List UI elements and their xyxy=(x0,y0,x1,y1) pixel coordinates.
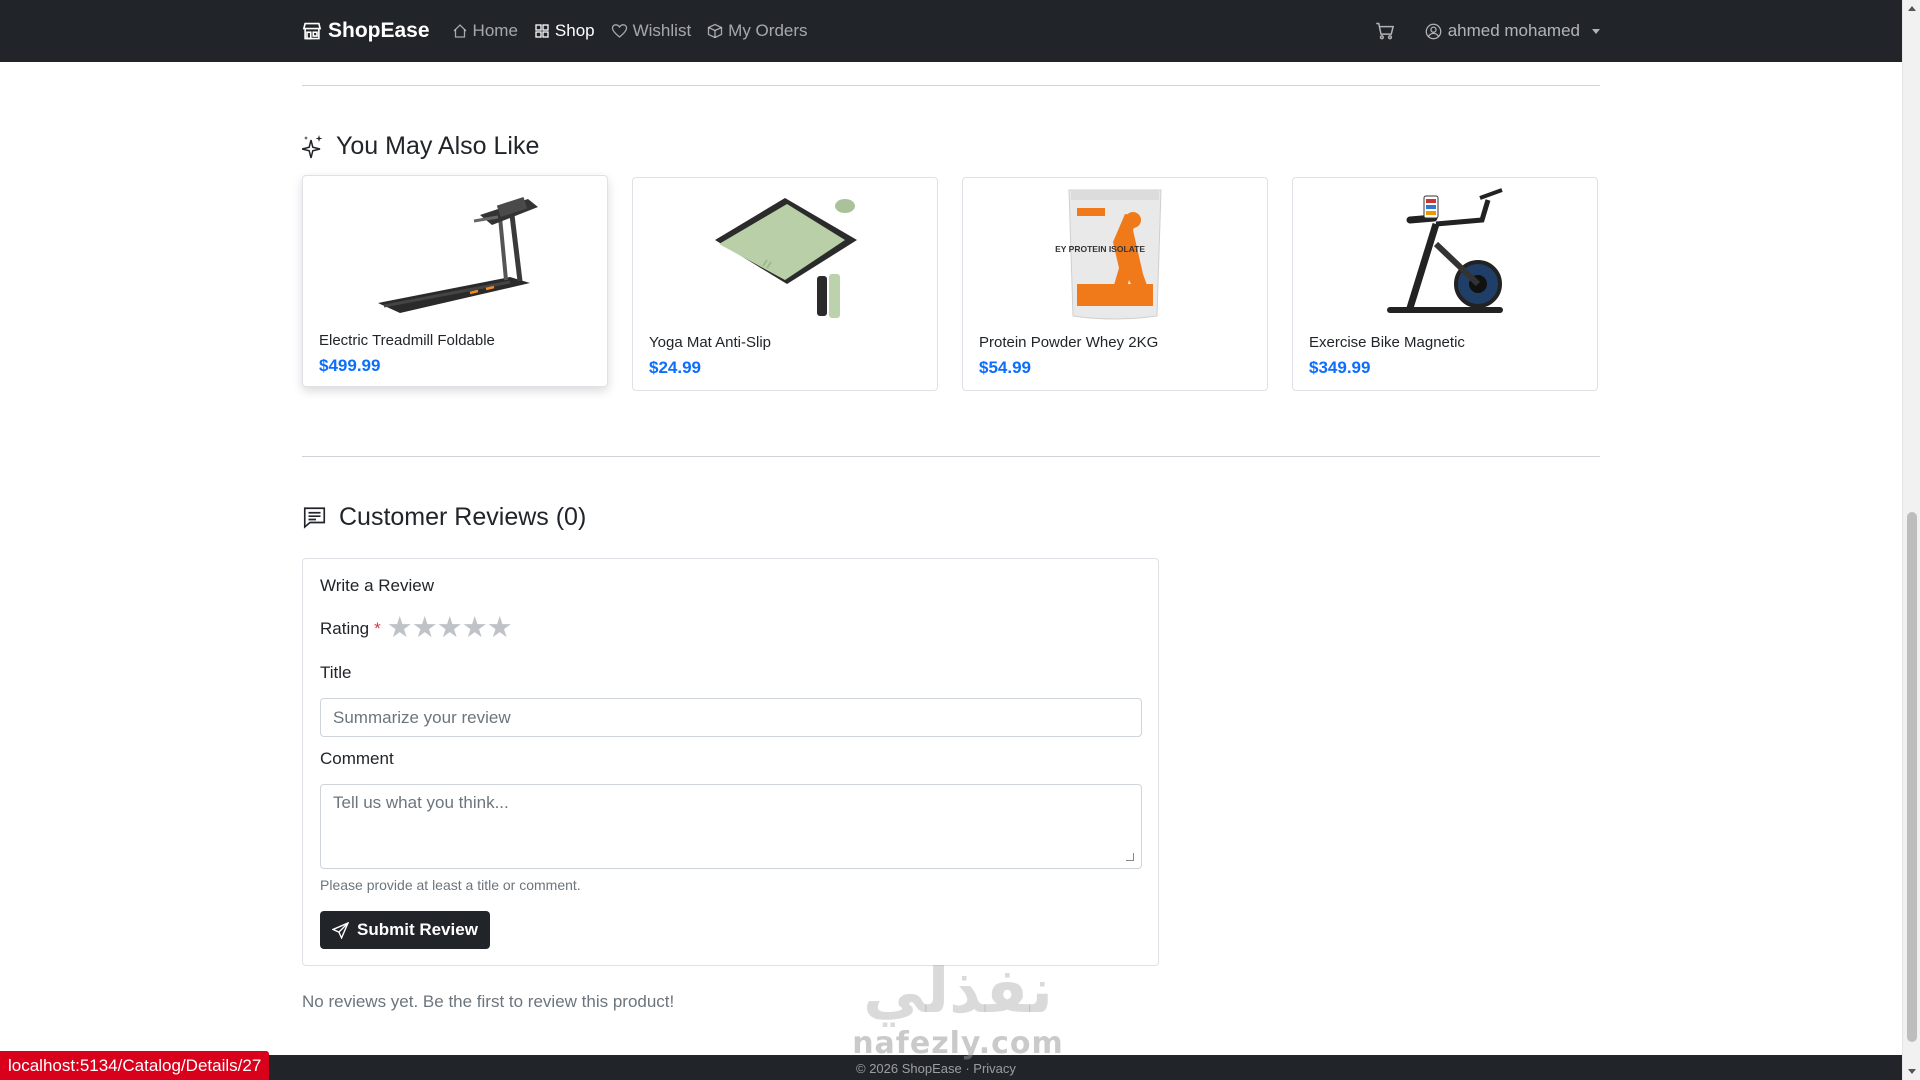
rating-star-1[interactable]: ★ xyxy=(387,614,413,643)
product-card-list: Electric Treadmill Foldable $499.99 Yoga… xyxy=(302,175,1600,391)
nav-home[interactable]: Home xyxy=(452,21,518,41)
product-price: $349.99 xyxy=(1309,358,1371,377)
section-divider xyxy=(302,456,1600,457)
watermark-latin: nafezly.com xyxy=(852,1026,1064,1061)
rating-label: Rating xyxy=(320,618,370,638)
vertical-scrollbar[interactable] xyxy=(1902,0,1920,1080)
scroll-up-arrow-icon[interactable] xyxy=(1908,6,1916,11)
top-navbar: ShopEase Home Shop Wishlist My Orders ah… xyxy=(0,0,1902,62)
title-label: Title xyxy=(320,663,352,682)
reviews-heading: Customer Reviews (0) xyxy=(302,503,586,532)
send-icon xyxy=(332,921,349,939)
submit-review-label: Submit Review xyxy=(357,920,478,939)
no-reviews-message: No reviews yet. Be the first to review t… xyxy=(302,992,675,1011)
product-image-exercise-bike xyxy=(1293,184,1597,324)
chat-left-text-icon xyxy=(303,506,326,529)
user-dropdown[interactable]: ahmed mohamed xyxy=(1425,21,1600,41)
nav-shop[interactable]: Shop xyxy=(534,21,595,41)
scrollbar-thumb[interactable] xyxy=(1907,512,1917,1042)
house-icon xyxy=(453,24,467,38)
cart-icon xyxy=(1375,22,1394,40)
review-help-text: Please provide at least a title or comme… xyxy=(320,877,581,893)
watermark: نفذلي nafezly.com xyxy=(848,960,1068,1080)
nav-shop-label: Shop xyxy=(554,21,595,40)
product-image-yoga-mat xyxy=(633,184,937,324)
brand-link[interactable]: ShopEase xyxy=(302,19,430,43)
textarea-resize-handle[interactable] xyxy=(1126,853,1134,861)
product-price: $54.99 xyxy=(979,358,1031,377)
recommendations-title: You May Also Like xyxy=(336,132,540,160)
user-circle-icon xyxy=(1425,23,1442,39)
watermark-arabic: نفذلي xyxy=(863,954,1053,1027)
sparkles-icon xyxy=(302,134,323,158)
product-image-protein-powder: WHEY PROTEIN ISOLATE xyxy=(963,184,1267,324)
package-text: WHEY PROTEIN ISOLATE xyxy=(1055,244,1145,254)
rating-star-2[interactable]: ★ xyxy=(412,614,438,643)
review-comment-textarea[interactable] xyxy=(320,784,1142,869)
nav-wishlist[interactable]: Wishlist xyxy=(611,21,692,41)
comment-label: Comment xyxy=(320,749,394,768)
scroll-down-arrow-icon[interactable] xyxy=(1908,1069,1916,1074)
rating-star-3[interactable]: ★ xyxy=(437,614,463,643)
submit-review-button[interactable]: Submit Review xyxy=(320,911,490,949)
nav-my-orders-label: My Orders xyxy=(728,21,808,40)
review-title-input[interactable] xyxy=(320,698,1142,737)
section-divider xyxy=(302,85,1600,86)
brand-name: ShopEase xyxy=(328,19,430,42)
product-card[interactable]: Electric Treadmill Foldable $499.99 xyxy=(302,175,608,387)
rating-star-4[interactable]: ★ xyxy=(462,614,488,643)
chevron-down-icon xyxy=(1592,28,1600,34)
reviews-title: Customer Reviews (0) xyxy=(339,503,587,531)
rating-star-5[interactable]: ★ xyxy=(487,614,513,643)
product-card[interactable]: WHEY PROTEIN ISOLATE Protein Powder Whey… xyxy=(962,177,1268,391)
product-name[interactable]: Electric Treadmill Foldable xyxy=(319,332,495,349)
navbar-right: ahmed mohamed xyxy=(1375,21,1600,41)
nav-home-label: Home xyxy=(472,21,518,40)
rating-row: Rating * ★ ★ ★ ★ ★ xyxy=(320,614,513,643)
recommendations-heading: You May Also Like xyxy=(302,132,539,161)
product-card[interactable]: Yoga Mat Anti-Slip $24.99 xyxy=(632,177,938,391)
product-card[interactable]: Exercise Bike Magnetic $349.99 xyxy=(1292,177,1598,391)
shop-icon xyxy=(302,22,322,40)
cart-button[interactable] xyxy=(1375,21,1395,41)
product-name[interactable]: Protein Powder Whey 2KG xyxy=(979,334,1158,351)
review-form-title: Write a Review xyxy=(320,576,434,595)
grid-icon xyxy=(535,24,549,38)
review-form-card: Write a Review Rating * ★ ★ ★ ★ ★ Title … xyxy=(302,558,1159,966)
required-indicator: * xyxy=(374,618,381,638)
product-price: $24.99 xyxy=(649,358,701,377)
box-icon xyxy=(708,23,723,39)
nav-wishlist-label: Wishlist xyxy=(632,21,692,40)
navbar-container: ShopEase Home Shop Wishlist My Orders ah… xyxy=(302,0,1600,62)
product-price: $499.99 xyxy=(319,356,381,375)
product-image-treadmill xyxy=(303,182,607,322)
status-bar-url: localhost:5134/Catalog/Details/27 xyxy=(0,1051,270,1080)
product-name[interactable]: Yoga Mat Anti-Slip xyxy=(649,334,771,351)
product-name[interactable]: Exercise Bike Magnetic xyxy=(1309,334,1465,351)
heart-icon xyxy=(611,24,627,38)
nav-my-orders[interactable]: My Orders xyxy=(707,21,808,41)
user-name: ahmed mohamed xyxy=(1447,21,1580,40)
